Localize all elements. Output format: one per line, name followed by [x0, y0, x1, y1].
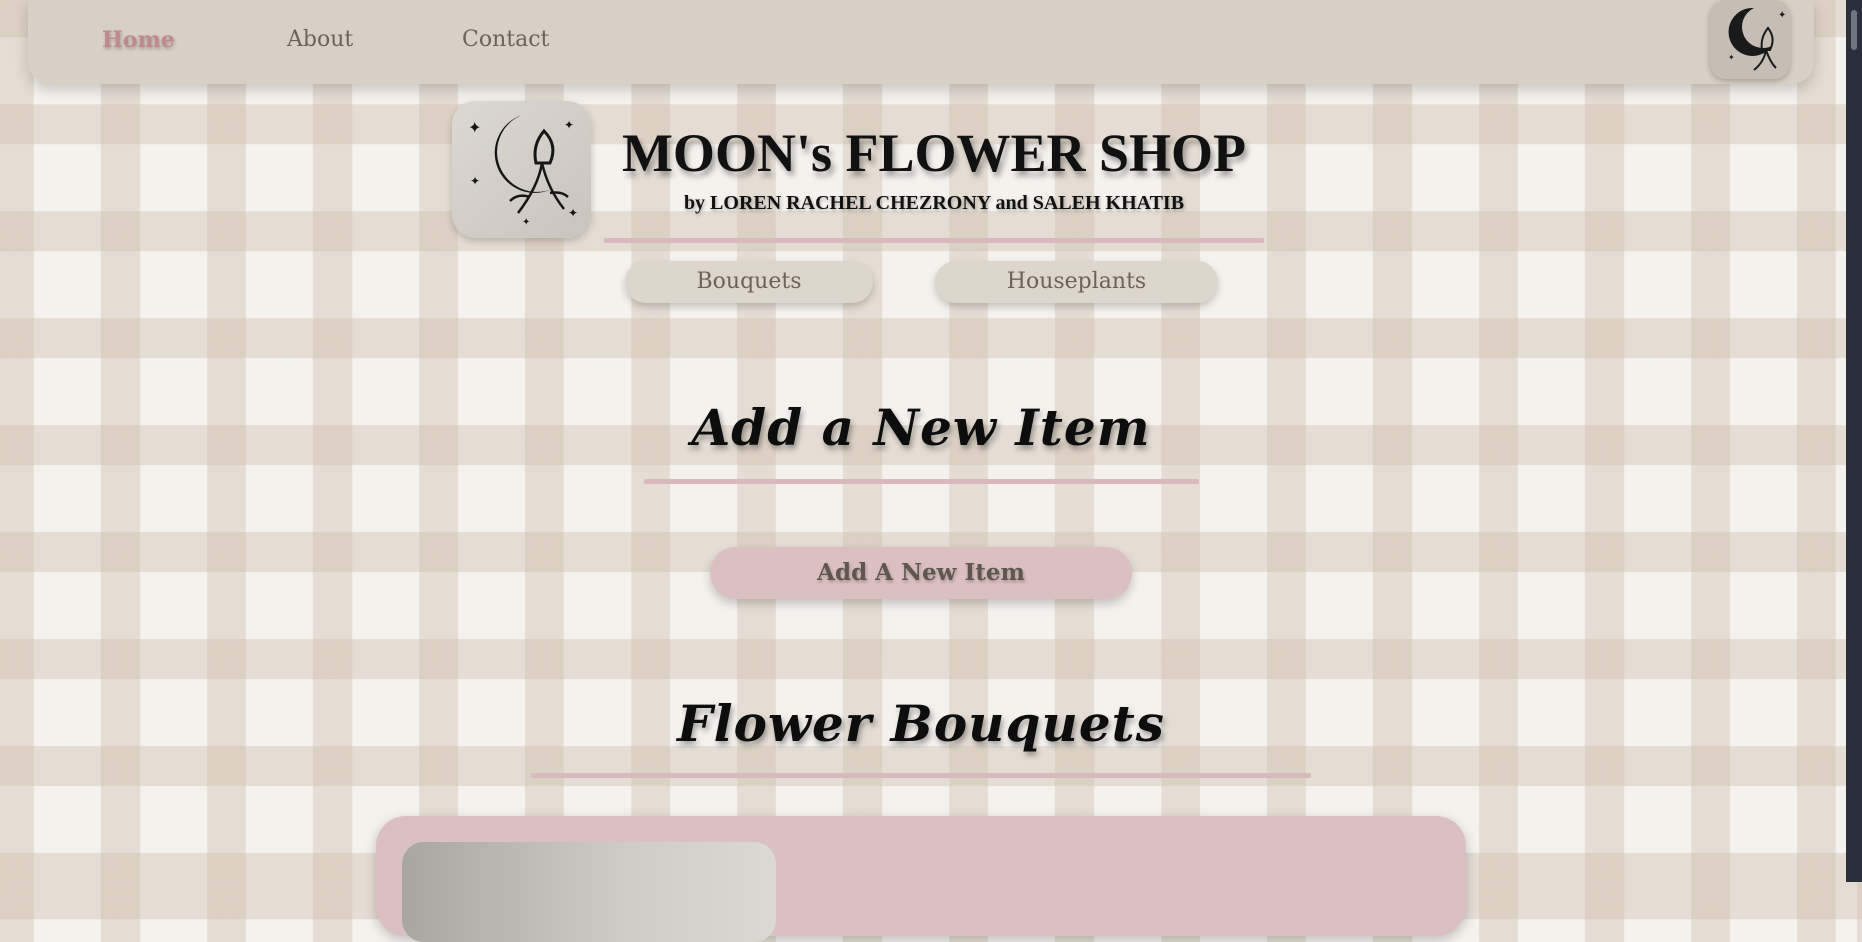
nav-about-link[interactable]: About	[287, 27, 353, 52]
svg-text:✦: ✦	[468, 118, 481, 137]
svg-text:✦: ✦	[1778, 10, 1786, 21]
nav-home-link[interactable]: Home	[102, 27, 175, 53]
add-item-divider	[644, 479, 1199, 484]
bouquets-divider	[531, 773, 1311, 778]
bouquet-card[interactable]	[376, 816, 1466, 942]
bouquet-image	[402, 842, 776, 942]
svg-text:✦: ✦	[568, 206, 578, 220]
moon-flower-icon[interactable]: ✦ ✦	[1710, 0, 1790, 79]
shop-logo: ✦ ✦ ✦ ✦ ✦	[452, 101, 591, 238]
page-scrollbar[interactable]	[1846, 0, 1862, 882]
svg-text:✦: ✦	[470, 174, 480, 188]
header-divider	[604, 238, 1264, 243]
scrollbar-thumb[interactable]	[1851, 10, 1857, 50]
shop-authors: by LOREN RACHEL CHEZRONY and SALEH KHATI…	[683, 192, 1185, 214]
svg-text:✦: ✦	[1728, 53, 1735, 62]
shop-title: MOON's FLOWER SHOP	[621, 123, 1247, 183]
add-new-item-button[interactable]: Add A New Item	[710, 547, 1132, 599]
bouquets-heading: Flower Bouquets	[677, 694, 1165, 753]
svg-text:✦: ✦	[522, 217, 530, 228]
add-item-heading: Add a New Item	[691, 398, 1151, 457]
bouquets-button[interactable]: Bouquets	[625, 261, 873, 303]
houseplants-button[interactable]: Houseplants	[935, 261, 1218, 303]
top-navbar: Home About Contact ✦ ✦	[28, 0, 1814, 84]
svg-text:✦: ✦	[564, 118, 574, 132]
nav-contact-link[interactable]: Contact	[462, 27, 549, 52]
